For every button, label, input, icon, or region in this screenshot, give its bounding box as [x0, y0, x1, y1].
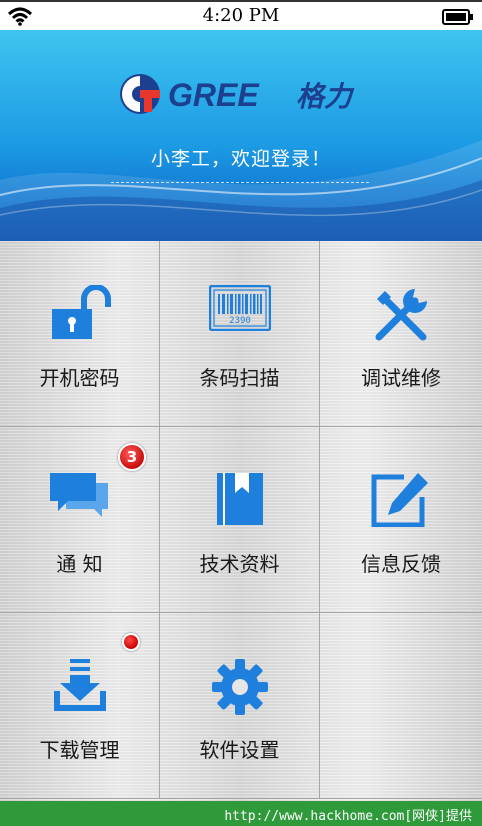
edit-icon: [370, 471, 432, 531]
notification-badge: 3: [118, 443, 146, 471]
book-icon: [215, 471, 265, 531]
menu-item-label: 软件设置: [199, 738, 280, 762]
menu-grid: 开机密码 2390 条码扫描 调试维修 3 通 知 技术资料 信息反馈 下载管理…: [0, 241, 482, 801]
divider: [111, 182, 369, 183]
menu-item-download-manager[interactable]: 下载管理: [0, 613, 160, 799]
status-bar: 4:20 PM: [0, 0, 482, 30]
menu-item-label: 下载管理: [39, 738, 120, 762]
menu-item-label: 信息反馈: [361, 552, 441, 576]
header-banner: GREE 格力 小李工，欢迎登录！: [0, 30, 482, 241]
watermark-text: http://www.hackhome.com[网侠]提供: [224, 809, 472, 824]
menu-item-tech-docs[interactable]: 技术资料: [160, 427, 320, 613]
barcode-icon: 2390: [208, 284, 271, 335]
menu-item-label: 条码扫描: [199, 366, 280, 390]
menu-item-label: 通 知: [56, 552, 103, 576]
svg-text:格力: 格力: [296, 80, 355, 113]
battery-icon: [442, 9, 474, 29]
welcome-message: 小李工，欢迎登录！: [150, 148, 331, 170]
unlock-icon: [48, 284, 112, 345]
menu-item-notifications[interactable]: 3 通 知: [0, 427, 160, 613]
status-time: 4:20 PM: [202, 5, 280, 26]
menu-item-settings[interactable]: 软件设置: [160, 613, 320, 799]
tools-icon: [371, 285, 431, 349]
menu-item-label: 技术资料: [199, 552, 280, 576]
menu-item-power-password[interactable]: 开机密码: [0, 241, 160, 427]
menu-item-label: 调试维修: [361, 366, 441, 390]
menu-item-feedback[interactable]: 信息反馈: [320, 427, 482, 613]
svg-text:2390: 2390: [229, 316, 251, 326]
wave-decoration: [0, 140, 482, 241]
gear-icon: [210, 657, 270, 721]
gree-logo: GREE 格力: [118, 72, 364, 120]
empty-tile: [320, 613, 482, 799]
new-indicator-dot: [122, 633, 140, 651]
menu-item-debug-repair[interactable]: 调试维修: [320, 241, 482, 427]
menu-item-barcode-scan[interactable]: 2390 条码扫描: [160, 241, 320, 427]
chat-icon: [48, 471, 112, 527]
footer-bar: http://www.hackhome.com[网侠]提供: [0, 801, 482, 826]
menu-item-label: 开机密码: [39, 366, 120, 390]
svg-text:GREE: GREE: [168, 77, 260, 113]
download-icon: [50, 657, 110, 719]
